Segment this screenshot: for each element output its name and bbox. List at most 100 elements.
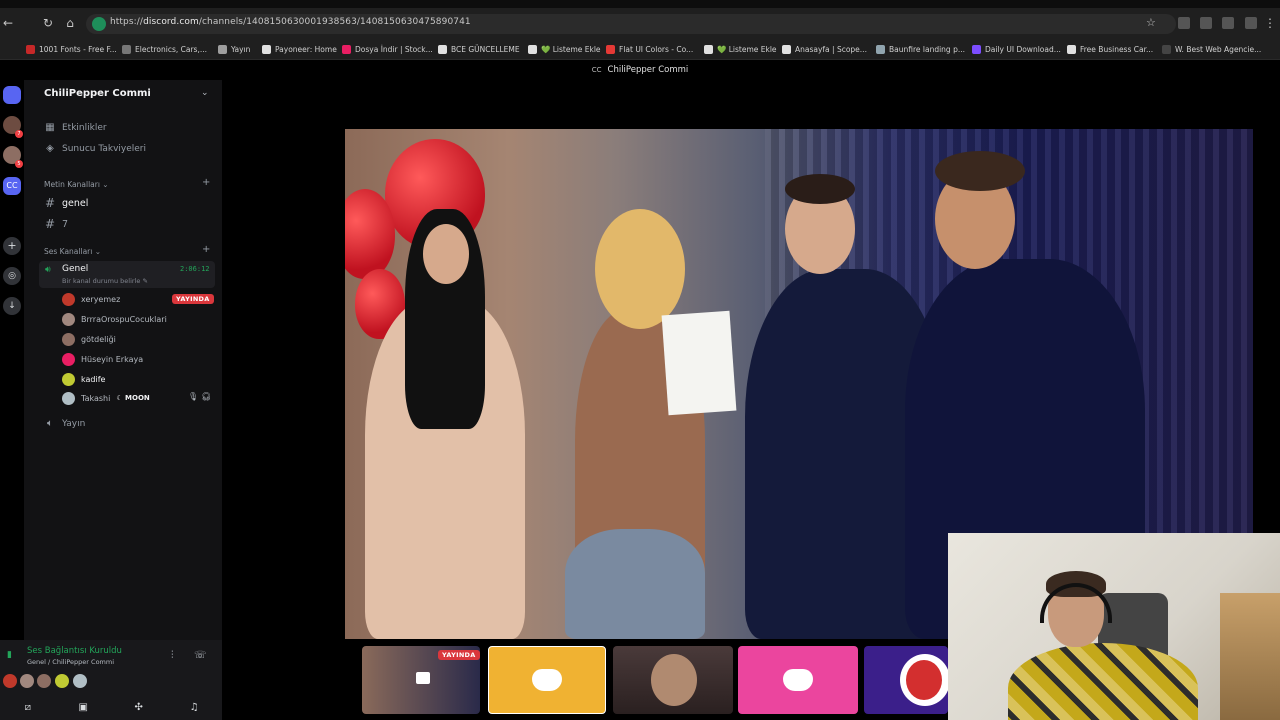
bookmark-item[interactable]: Payoneer: Home: [262, 42, 337, 56]
avatar: [55, 674, 69, 688]
bookmark-favicon-icon: [972, 44, 981, 54]
menu-icon[interactable]: ⋮: [1262, 15, 1278, 31]
bookmark-label: Dosya İndir | Stock...: [355, 44, 433, 54]
bookmark-item[interactable]: W. Best Web Agencie...: [1162, 42, 1261, 56]
noise-suppression-icon[interactable]: ⫶: [171, 650, 174, 661]
hair: [785, 174, 855, 204]
avatar: [906, 660, 942, 700]
channel-genel[interactable]: # genel: [44, 196, 88, 210]
voice-channel-yayin[interactable]: 🔈︎ Yayın: [44, 418, 85, 429]
channel-7[interactable]: # 7: [44, 217, 68, 231]
camera-icon[interactable]: ⧄: [18, 702, 38, 713]
bookmark-item[interactable]: Daily UI Download...: [972, 42, 1061, 56]
participant-tile[interactable]: [613, 646, 733, 714]
window-title: CC ChiliPepper Commi: [0, 60, 1280, 80]
category-voice-channels[interactable]: Ses Kanalları ⌄: [44, 247, 101, 256]
bookmark-label: 💚 Listeme Ekle: [541, 44, 601, 54]
connection-status[interactable]: Ses Bağlantısı Kuruldu: [27, 646, 122, 656]
avatar: [62, 372, 75, 386]
voice-channel-name: Genel: [62, 264, 89, 274]
bookmark-item[interactable]: Flat UI Colors - Co...: [606, 42, 693, 56]
home-icon[interactable]: ⌂: [62, 15, 78, 31]
server-icon-active[interactable]: CC: [3, 177, 21, 195]
avatar: [73, 674, 87, 688]
bookmark-favicon-icon: [528, 44, 537, 54]
bookmark-label: Anasayfa | Scope...: [795, 44, 867, 54]
activities-icon[interactable]: ✣: [129, 702, 149, 713]
sidebar-item-events[interactable]: ▦ Etkinlikler: [44, 122, 106, 133]
url-text[interactable]: https://discord.com/channels/14081506300…: [110, 17, 471, 27]
hash-icon: #: [44, 217, 56, 231]
bookmark-favicon-icon: [342, 44, 351, 54]
back-icon[interactable]: ←: [0, 15, 16, 31]
avatar: [651, 654, 697, 706]
bookmark-item[interactable]: Baunfire landing p...: [876, 42, 965, 56]
extension-icon[interactable]: [1200, 17, 1212, 29]
bookmark-label: Payoneer: Home: [275, 44, 337, 54]
bookmark-item[interactable]: Anasayfa | Scope...: [782, 42, 867, 56]
sidebar-item-boosts[interactable]: ◈ Sunucu Takviyeleri: [44, 143, 146, 154]
voice-member[interactable]: kadife: [62, 372, 105, 386]
bookmark-item[interactable]: Dosya İndir | Stock...: [342, 42, 433, 56]
voice-member[interactable]: xeryemez: [62, 292, 120, 306]
soundboard-icon[interactable]: ♫: [184, 702, 204, 713]
participant-tile[interactable]: [738, 646, 858, 714]
add-channel-icon[interactable]: +: [202, 244, 210, 255]
bookmark-item[interactable]: Electronics, Cars,...: [122, 42, 207, 56]
disconnect-icon[interactable]: ☏: [194, 650, 207, 661]
screen-share-icon[interactable]: ▣: [73, 702, 93, 713]
extension-icon[interactable]: [1178, 17, 1190, 29]
bookmark-favicon-icon: [262, 44, 271, 54]
site-info-icon[interactable]: [92, 17, 106, 31]
explore-icon[interactable]: ◎: [3, 267, 21, 285]
bookmark-label: 1001 Fonts - Free F...: [39, 44, 117, 54]
jeans: [565, 529, 705, 639]
add-server-icon[interactable]: +: [3, 237, 21, 255]
voice-member[interactable]: Hüseyin Erkaya: [62, 352, 143, 366]
voice-member[interactable]: Takashi ☾ MOON: [62, 391, 150, 405]
server-acronym: CC: [591, 66, 602, 74]
bookmark-item[interactable]: 💚 Listeme Ekle: [528, 42, 601, 56]
voice-member[interactable]: götdeliği: [62, 332, 116, 346]
reload-icon[interactable]: ↻: [40, 15, 56, 31]
participant-tile[interactable]: [488, 646, 606, 714]
bookmark-item[interactable]: 1001 Fonts - Free F...: [26, 42, 117, 56]
chevron-down-icon[interactable]: ⌄: [201, 88, 209, 98]
bookmark-label: Yayın: [231, 44, 251, 54]
bookmark-item[interactable]: BCE GÜNCELLEME: [438, 42, 520, 56]
bookmark-label: BCE GÜNCELLEME: [451, 44, 520, 54]
extensions-menu-icon[interactable]: [1245, 17, 1257, 29]
bookmark-favicon-icon: [122, 44, 131, 54]
voice-member[interactable]: BrrraOrospuCocuklari: [62, 312, 167, 326]
connection-location: Genel / ChiliPepper Commi: [27, 658, 115, 666]
discord-home-icon[interactable]: [3, 86, 21, 104]
live-badge: YAYINDA: [438, 650, 480, 660]
participant-tile[interactable]: [864, 646, 948, 714]
bookmark-label: Baunfire landing p...: [889, 44, 965, 54]
bookmark-star-icon[interactable]: ☆: [1146, 16, 1156, 29]
bookmark-label: Free Business Car...: [1080, 44, 1154, 54]
bookmark-item[interactable]: Yayın: [218, 42, 250, 56]
bookmark-item[interactable]: Free Business Car...: [1067, 42, 1153, 56]
discord-logo-icon: [783, 669, 813, 691]
shelf: [1220, 593, 1280, 720]
download-icon[interactable]: ↓: [3, 297, 21, 315]
avatar: [62, 312, 75, 326]
deafened-icon: 🎧︎: [201, 392, 212, 401]
avatar: [62, 352, 75, 366]
bookmark-favicon-icon: [1067, 44, 1076, 54]
avatar: [62, 292, 75, 306]
category-text-channels[interactable]: Metin Kanalları ⌄: [44, 180, 109, 189]
voice-timer: 2:06:12: [180, 265, 210, 273]
server-name[interactable]: ChiliPepper Commi: [44, 88, 151, 99]
hair: [595, 209, 685, 329]
extension-icon[interactable]: [1222, 17, 1234, 29]
bookmark-item[interactable]: 💚 Listeme Ekle: [704, 42, 777, 56]
hash-icon: #: [44, 196, 56, 210]
webcam-overlay[interactable]: [948, 533, 1280, 720]
avatar: [62, 332, 75, 346]
window-title-text: ChiliPepper Commi: [607, 65, 689, 75]
muted-icon: 🎙︎: [188, 392, 199, 401]
add-channel-icon[interactable]: +: [202, 177, 210, 188]
voice-status-field[interactable]: Bir kanal durumu belirle ✎: [62, 277, 148, 285]
